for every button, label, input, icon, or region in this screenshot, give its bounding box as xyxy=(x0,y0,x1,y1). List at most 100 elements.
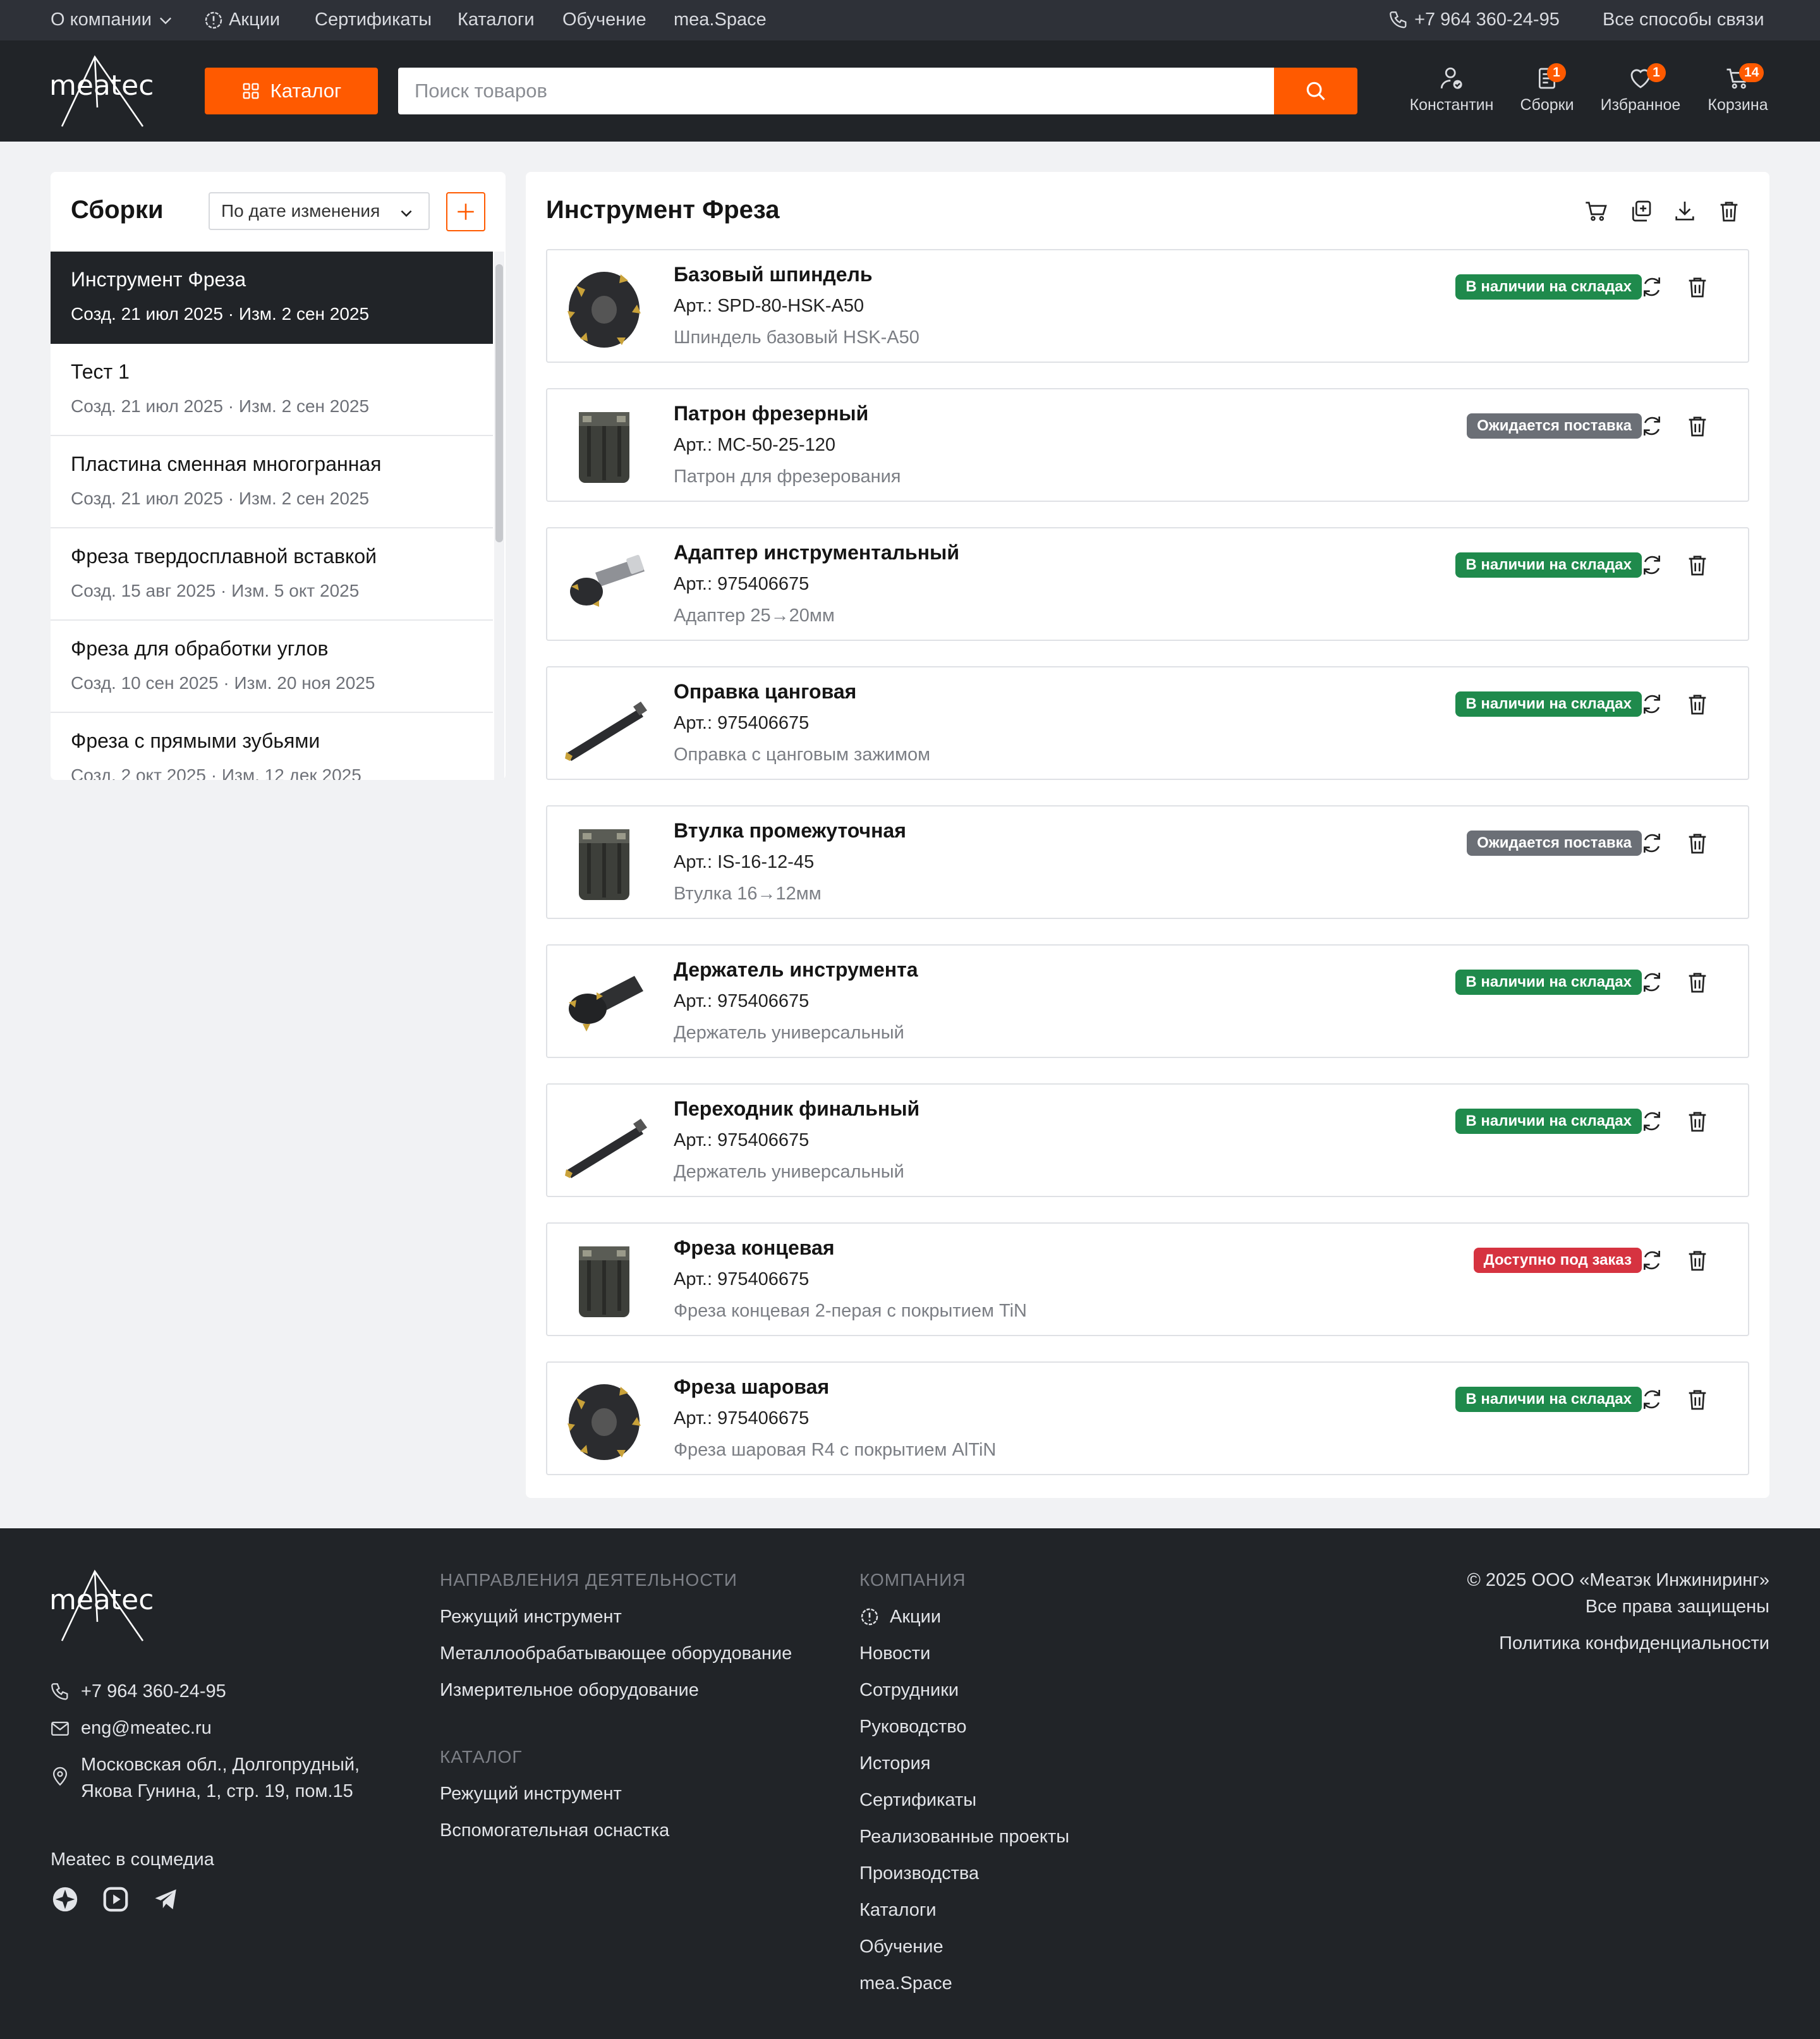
sort-select-value: По дате изменения xyxy=(221,201,380,221)
delete-icon[interactable] xyxy=(1685,1387,1710,1412)
product-name[interactable]: Адаптер инструментальный xyxy=(674,541,959,564)
replace-icon[interactable] xyxy=(1639,1248,1665,1273)
product-name[interactable]: Фреза концевая xyxy=(674,1236,834,1260)
footer-link[interactable]: Вспомогательная оснастка xyxy=(440,1820,669,1841)
download-icon[interactable] xyxy=(1672,198,1697,224)
duplicate-icon[interactable] xyxy=(1628,198,1653,224)
search-button[interactable] xyxy=(1274,68,1357,114)
user-account-button[interactable]: Константин xyxy=(1404,61,1499,114)
product-card[interactable]: Втулка промежуточная Арт.: IS-16-12-45 В… xyxy=(546,805,1749,919)
add-to-cart-icon[interactable] xyxy=(1584,198,1609,224)
video-icon[interactable] xyxy=(101,1885,130,1914)
contacts-link[interactable]: Все способы связи xyxy=(1603,9,1764,30)
delete-icon[interactable] xyxy=(1685,970,1710,995)
product-name[interactable]: Фреза шаровая xyxy=(674,1375,829,1399)
footer-link[interactable]: Измерительное оборудование xyxy=(440,1680,699,1701)
product-article: Арт.: 975406675 xyxy=(674,1130,810,1150)
footer-link[interactable]: Металлообрабатывающее оборудование xyxy=(440,1643,792,1664)
product-name[interactable]: Втулка промежуточная xyxy=(674,819,906,843)
build-item[interactable]: Пластина сменная многогранная Созд. 21 и… xyxy=(51,436,493,528)
search-input[interactable]: Поиск товаров xyxy=(398,68,1274,114)
delete-icon[interactable] xyxy=(1685,831,1710,856)
footer-directions-title: НАПРАВЛЕНИЯ ДЕЯТЕЛЬНОСТИ xyxy=(440,1570,737,1590)
footer-link[interactable]: Производства xyxy=(859,1863,979,1884)
footer-link[interactable]: Каталоги xyxy=(859,1900,937,1921)
build-item-title: Фреза с прямыми зубьями xyxy=(71,729,320,752)
product-card[interactable]: Патрон фрезерный Арт.: MC-50-25-120 Патр… xyxy=(546,388,1749,502)
certificates-link[interactable]: Сертификаты xyxy=(315,9,432,30)
footer-link[interactable]: Режущий инструмент xyxy=(440,1784,622,1805)
search-placeholder: Поиск товаров xyxy=(415,80,547,102)
footer-link[interactable]: История xyxy=(859,1753,930,1774)
catalogs-link[interactable]: Каталоги xyxy=(458,9,535,30)
logo[interactable]: meatec xyxy=(49,53,157,132)
favorites-button[interactable]: 1 Избранное xyxy=(1596,61,1685,114)
footer-link[interactable]: mea.Space xyxy=(859,1973,952,1994)
footer-link[interactable]: Новости xyxy=(859,1643,930,1664)
product-article: Арт.: 975406675 xyxy=(674,1269,810,1289)
add-build-button[interactable] xyxy=(446,192,485,231)
product-name[interactable]: Оправка цанговая xyxy=(674,680,856,703)
replace-icon[interactable] xyxy=(1639,831,1665,856)
product-card[interactable]: Фреза концевая Арт.: 975406675 Фреза кон… xyxy=(546,1222,1749,1336)
footer-link[interactable]: Сертификаты xyxy=(859,1790,976,1811)
product-name[interactable]: Держатель инструмента xyxy=(674,958,918,982)
footer-link[interactable]: Руководство xyxy=(859,1717,966,1738)
build-item[interactable]: Тест 1 Созд. 21 июл 2025 · Изм. 2 сен 20… xyxy=(51,344,493,436)
replace-icon[interactable] xyxy=(1639,970,1665,995)
catalog-button[interactable]: Каталог xyxy=(205,68,378,114)
product-card[interactable]: Переходник финальный Арт.: 975406675 Дер… xyxy=(546,1083,1749,1197)
product-name[interactable]: Переходник финальный xyxy=(674,1097,919,1121)
space-link[interactable]: mea.Space xyxy=(674,9,767,30)
privacy-link[interactable]: Политика конфиденциальности xyxy=(1499,1633,1769,1654)
favorites-count-badge: 1 xyxy=(1647,63,1666,82)
delete-icon[interactable] xyxy=(1685,552,1710,578)
replace-icon[interactable] xyxy=(1639,413,1665,439)
build-item[interactable]: Фреза с прямыми зубьями Созд. 2 окт 2025… xyxy=(51,713,493,780)
cart-button[interactable]: 14 Корзина xyxy=(1700,61,1776,114)
build-item[interactable]: Фреза твердосплавной вставкой Созд. 15 а… xyxy=(51,528,493,621)
delete-icon[interactable] xyxy=(1685,1248,1710,1273)
delete-icon[interactable] xyxy=(1685,413,1710,439)
product-name[interactable]: Патрон фрезерный xyxy=(674,402,868,425)
favorites-label: Избранное xyxy=(1600,96,1681,114)
builds-button[interactable]: 1 Сборки xyxy=(1514,61,1580,114)
product-card[interactable]: Фреза шаровая Арт.: 975406675 Фреза шаро… xyxy=(546,1361,1749,1475)
phone-link[interactable]: +7 964 360-24-95 xyxy=(1388,9,1560,31)
footer-email[interactable]: eng@meatec.ru xyxy=(81,1718,212,1739)
product-name[interactable]: Базовый шпиндель xyxy=(674,263,873,286)
footer-logo[interactable]: meatec xyxy=(49,1567,157,1643)
vk-clips-icon[interactable] xyxy=(51,1885,80,1914)
replace-icon[interactable] xyxy=(1639,691,1665,717)
build-item-meta: Созд. 15 авг 2025 · Изм. 5 окт 2025 xyxy=(71,581,360,600)
footer-phone[interactable]: +7 964 360-24-95 xyxy=(81,1681,226,1702)
delete-icon[interactable] xyxy=(1685,691,1710,717)
delete-icon[interactable] xyxy=(1685,1109,1710,1134)
delete-build-icon[interactable] xyxy=(1716,198,1742,224)
delete-icon[interactable] xyxy=(1685,274,1710,300)
logo-mark: meatec xyxy=(49,55,154,127)
replace-icon[interactable] xyxy=(1639,1387,1665,1412)
footer-link[interactable]: Реализованные проекты xyxy=(859,1827,1069,1847)
replace-icon[interactable] xyxy=(1639,552,1665,578)
build-item[interactable]: Фреза для обработки углов Созд. 10 сен 2… xyxy=(51,621,493,713)
product-card[interactable]: Держатель инструмента Арт.: 975406675 Де… xyxy=(546,944,1749,1058)
product-card[interactable]: Адаптер инструментальный Арт.: 975406675… xyxy=(546,527,1749,641)
about-menu[interactable]: О компании xyxy=(51,9,174,30)
promo-link[interactable]: Акции xyxy=(203,9,280,30)
product-card[interactable]: Базовый шпиндель Арт.: SPD-80-HSK-A50 Шп… xyxy=(546,249,1749,363)
footer-link[interactable]: Режущий инструмент xyxy=(440,1607,622,1628)
build-item-active[interactable]: Инструмент Фреза Созд. 21 июл 2025 · Изм… xyxy=(51,252,493,344)
telegram-icon[interactable] xyxy=(152,1886,181,1913)
replace-icon[interactable] xyxy=(1639,1109,1665,1134)
product-card[interactable]: Оправка цанговая Арт.: 975406675 Оправка… xyxy=(546,666,1749,780)
training-link[interactable]: Обучение xyxy=(562,9,646,30)
cart-count-badge: 14 xyxy=(1739,63,1764,82)
scrollbar-thumb[interactable] xyxy=(495,264,503,542)
footer-link[interactable]: Акции xyxy=(890,1607,941,1628)
footer-link[interactable]: Обучение xyxy=(859,1937,943,1957)
footer-link[interactable]: Сотрудники xyxy=(859,1680,959,1701)
sort-select[interactable]: По дате изменения xyxy=(209,192,430,230)
replace-icon[interactable] xyxy=(1639,274,1665,300)
location-pin-icon xyxy=(52,1767,68,1786)
